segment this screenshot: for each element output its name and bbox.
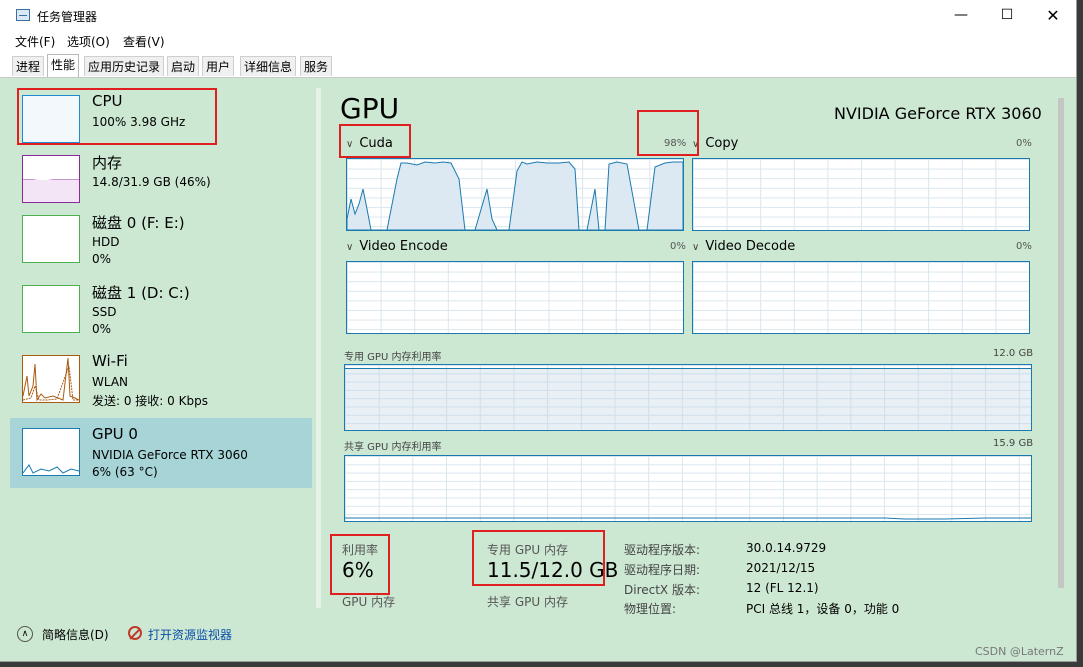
dedicated-memory-fill [345, 368, 1031, 430]
engine-percent: 0% [670, 241, 686, 252]
sidebar-item-usage: 0% [92, 322, 112, 336]
close-button[interactable]: ✕ [1030, 0, 1076, 31]
tab-details[interactable]: 详细信息 [240, 56, 297, 76]
sidebar-item-throughput: 发送: 0 接收: 0 Kbps [92, 394, 208, 408]
task-manager-window: 任务管理器 — ☐ ✕ 文件(F) 选项(O) 查看(V) 进程 性能 应用历史… [0, 0, 1077, 662]
engine-percent: 0% [1016, 138, 1032, 149]
gpu-thumbnail-graph [22, 428, 80, 476]
physical-location-value: PCI 总线 1，设备 0，功能 0 [746, 602, 900, 616]
sidebar-item-detail: SSD [92, 305, 117, 319]
shared-memory-line [345, 517, 1031, 520]
window-title: 任务管理器 [37, 10, 98, 24]
driver-date-label: 驱动程序日期: [624, 563, 701, 577]
tab-performance[interactable]: 性能 [47, 54, 80, 77]
video-encode-graph [346, 261, 684, 334]
driver-version-label: 驱动程序版本: [624, 543, 701, 557]
gpu-usage-line [23, 464, 79, 474]
dedicated-memory-graph-label: 专用 GPU 内存利用率 [344, 352, 442, 363]
memory-thumbnail-graph [22, 155, 80, 203]
menu-file[interactable]: 文件(F) [15, 33, 55, 50]
dedicated-memory-graph [344, 364, 1032, 431]
scrollbar-thumb[interactable] [1058, 98, 1064, 588]
engine-selector-video-decode[interactable]: ∨ Video Decode [692, 239, 795, 254]
gpu-model-name: NVIDIA GeForce RTX 3060 [834, 104, 1042, 123]
shared-memory-graph-max: 15.9 GB [993, 438, 1034, 449]
sidebar-item-label: GPU 0 [92, 425, 138, 443]
menu-options[interactable]: 选项(O) [67, 33, 110, 50]
sidebar-item-detail: WLAN [92, 375, 129, 389]
highlight-box-cuda [339, 124, 411, 158]
highlight-box-cpu [17, 88, 217, 145]
tab-users[interactable]: 用户 [202, 56, 235, 76]
title-bar: 任务管理器 — ☐ ✕ [0, 0, 1076, 31]
resource-monitor-icon[interactable] [128, 626, 142, 640]
engine-name: Copy [705, 136, 739, 151]
menu-view[interactable]: 查看(V) [123, 33, 165, 50]
sidebar-item-label: 磁盘 1 (D: C:) [92, 284, 190, 302]
tab-services[interactable]: 服务 [300, 56, 333, 76]
video-decode-graph [692, 261, 1030, 334]
physical-location-label: 物理位置: [624, 602, 677, 616]
maximize-button[interactable]: ☐ [984, 0, 1030, 31]
chevron-down-icon: ∨ [692, 242, 700, 253]
directx-version-label: DirectX 版本: [624, 583, 701, 597]
watermark: CSDN @LaternZ [975, 645, 1064, 658]
disk1-thumbnail-graph [22, 285, 80, 333]
task-manager-icon [16, 9, 30, 21]
vertical-scrollbar[interactable] [1057, 88, 1066, 608]
engine-name: Video Encode [359, 239, 448, 254]
disk0-thumbnail-graph [22, 215, 80, 263]
sidebar-item-wifi[interactable]: Wi-Fi WLAN 发送: 0 接收: 0 Kbps [10, 345, 312, 415]
tab-bar: 进程 性能 应用历史记录 启动 用户 详细信息 服务 [0, 51, 1076, 78]
highlight-box-utilization [330, 534, 390, 595]
cuda-utilization-line [347, 161, 683, 230]
dedicated-memory-graph-max: 12.0 GB [993, 348, 1034, 359]
engine-name: Video Decode [705, 239, 796, 254]
sidebar-item-disk0[interactable]: 磁盘 0 (F: E:) HDD 0% [10, 205, 312, 275]
copy-utilization-graph [692, 158, 1030, 231]
cuda-utilization-graph [346, 158, 684, 231]
minimize-button[interactable]: — [938, 0, 984, 31]
sidebar-item-label: Wi-Fi [92, 352, 128, 370]
tab-app-history[interactable]: 应用历史记录 [84, 56, 165, 76]
chevron-up-icon[interactable]: ∧ [17, 626, 33, 642]
sidebar-item-usage: 6% (63 °C) [92, 465, 158, 479]
shared-memory-label: 共享 GPU 内存 [487, 595, 568, 609]
chevron-down-icon: ∨ [346, 242, 354, 253]
sidebar-item-label: 磁盘 0 (F: E:) [92, 214, 185, 232]
sidebar-item-label: 内存 [92, 154, 123, 172]
highlight-box-percent [637, 110, 699, 156]
sidebar-item-detail: 14.8/31.9 GB (46%) [92, 175, 211, 189]
wifi-activity-line [23, 357, 79, 402]
memory-usage-line [23, 179, 79, 202]
sidebar-item-usage: 0% [92, 252, 112, 266]
page-title: GPU [340, 92, 400, 125]
highlight-box-dedicated-memory [472, 530, 605, 586]
driver-version-value: 30.0.14.9729 [746, 541, 827, 555]
fewer-details-link[interactable]: 简略信息(D) [42, 626, 109, 643]
shared-memory-graph [344, 455, 1032, 522]
tab-startup[interactable]: 启动 [167, 56, 200, 76]
driver-date-value: 2021/12/15 [746, 561, 816, 575]
sidebar-item-detail: NVIDIA GeForce RTX 3060 [92, 448, 248, 462]
engine-selector-video-encode[interactable]: ∨ Video Encode [346, 239, 448, 254]
menu-bar: 文件(F) 选项(O) 查看(V) [0, 31, 1076, 51]
wifi-thumbnail-graph [22, 355, 80, 403]
tab-processes[interactable]: 进程 [12, 56, 45, 76]
shared-memory-graph-label: 共享 GPU 内存利用率 [344, 442, 442, 453]
sidebar-item-gpu0[interactable]: GPU 0 NVIDIA GeForce RTX 3060 6% (63 °C) [10, 418, 312, 488]
sidebar-item-detail: HDD [92, 235, 120, 249]
open-resource-monitor-link[interactable]: 打开资源监视器 [148, 626, 232, 643]
engine-percent: 0% [1016, 241, 1032, 252]
directx-version-value: 12 (FL 12.1) [746, 581, 819, 595]
pane-divider [316, 88, 321, 608]
sidebar-item-disk1[interactable]: 磁盘 1 (D: C:) SSD 0% [10, 275, 312, 345]
gpu-memory-label: GPU 内存 [342, 595, 396, 609]
